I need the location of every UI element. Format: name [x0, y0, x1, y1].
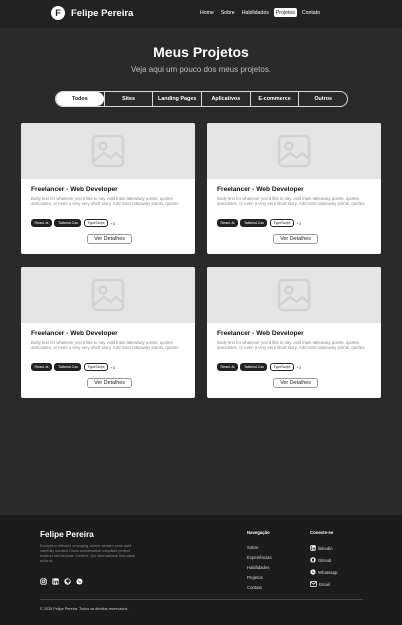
filter-tab-outros[interactable]: Outros	[298, 92, 347, 106]
tag: Tailwind.Css	[54, 363, 82, 371]
footer-link-sobre[interactable]: Sobre	[247, 542, 272, 552]
filter-tab-landing-pages[interactable]: Landing Pages	[152, 92, 201, 106]
footer-social-icons	[40, 578, 83, 585]
tag: TypeScript	[83, 219, 108, 227]
tag: Tailwind.Css	[54, 219, 82, 227]
footer-link-label: GitHub	[318, 557, 332, 563]
brand-name: Felipe Pereira	[71, 7, 134, 19]
project-card: Freelancer - Web Developer Body text for…	[21, 123, 195, 254]
project-tags: React.Js Tailwind.Css TypeScript +3	[31, 219, 115, 227]
nav-link-sobre[interactable]: Sobre	[219, 8, 237, 17]
footer-brand: Felipe Pereira	[40, 530, 94, 539]
footer-link-whatsapp[interactable]: Whatsapp	[310, 566, 337, 578]
footer-connect-title: Conecte-se	[310, 530, 334, 535]
logo-icon: F	[51, 6, 65, 20]
filter-tab-e-commerce[interactable]: E-commerce	[249, 92, 299, 106]
mail-icon	[310, 581, 317, 587]
image-placeholder-icon	[91, 278, 125, 312]
project-title: Freelancer - Web Developer	[31, 186, 118, 193]
footer-divider	[40, 599, 363, 600]
footer-link-label: Email	[319, 581, 330, 587]
project-card: Freelancer - Web Developer Body text for…	[207, 267, 381, 398]
image-placeholder-icon	[277, 278, 311, 312]
filter-tab-sites[interactable]: Sites	[103, 92, 153, 106]
footer-connect-list: linkedin GitHub Whatsapp Email	[310, 542, 337, 590]
project-image	[207, 267, 381, 323]
footer-link-email[interactable]: Email	[310, 578, 337, 590]
linkedin-icon	[310, 545, 316, 551]
footer-description: Excepteur efficient emerging, minim veni…	[40, 544, 135, 563]
details-button[interactable]: Ver Detalhes	[87, 378, 132, 388]
footer-link-linkedin[interactable]: linkedin	[310, 542, 337, 554]
nav-link-contato[interactable]: Contato	[300, 8, 322, 17]
project-description: Body text for whatever you'd like to say…	[217, 196, 366, 207]
filter-tab-todos[interactable]: Todos	[56, 92, 104, 106]
whatsapp-icon	[310, 569, 316, 575]
footer-link-label: Whatsapp	[318, 569, 338, 575]
nav-link-home[interactable]: Home	[198, 8, 216, 17]
project-title: Freelancer - Web Developer	[217, 330, 304, 337]
linkedin-icon[interactable]	[52, 578, 59, 585]
project-tags: React.Js Tailwind.Css TypeScript +3	[217, 363, 301, 371]
tag: React.Js	[217, 363, 238, 371]
nav-link-habilidades[interactable]: Habilidades	[240, 8, 271, 17]
project-card: Freelancer - Web Developer Body text for…	[207, 123, 381, 254]
brand[interactable]: F Felipe Pereira	[51, 6, 133, 20]
project-title: Freelancer - Web Developer	[217, 186, 304, 193]
image-placeholder-icon	[277, 134, 311, 168]
navbar: F Felipe Pereira Home Sobre Habilidades …	[0, 0, 402, 28]
whatsapp-icon[interactable]	[76, 578, 83, 585]
tag-more-count: +3	[296, 364, 302, 370]
project-card: Freelancer - Web Developer Body text for…	[21, 267, 195, 398]
footer-nav-title: Navegação	[247, 530, 270, 535]
tag: TypeScript	[269, 219, 294, 227]
tag: TypeScript	[269, 363, 294, 371]
project-tags: React.Js Tailwind.Css TypeScript +3	[31, 363, 115, 371]
details-button[interactable]: Ver Detalhes	[273, 378, 318, 388]
footer-link-projetos[interactable]: Projetos	[247, 572, 272, 582]
project-image	[207, 123, 381, 179]
nav-link-projetos[interactable]: Projetos	[273, 8, 297, 17]
github-icon[interactable]	[64, 578, 71, 585]
project-description: Body text for whatever you'd like to say…	[31, 340, 180, 351]
tag: Tailwind.Css	[240, 219, 268, 227]
footer-link-github[interactable]: GitHub	[310, 554, 337, 566]
copyright: © 2025 Felipe Pereira. Todos os direitos…	[40, 607, 129, 611]
page-subtitle: Veja aqui um pouco dos meus projetos.	[130, 65, 272, 74]
github-icon	[310, 557, 316, 563]
tag: React.Js	[217, 219, 238, 227]
tag: TypeScript	[83, 363, 108, 371]
project-description: Body text for whatever you'd like to say…	[31, 196, 180, 207]
tag-more-count: +3	[110, 220, 116, 226]
image-placeholder-icon	[91, 134, 125, 168]
nav-links: Home Sobre Habilidades Projetos Contato	[198, 8, 322, 17]
footer: Felipe Pereira Excepteur efficient emerg…	[0, 515, 402, 625]
footer-link-habilidades[interactable]: Habilidades	[247, 562, 272, 572]
footer-link-label: linkedin	[318, 545, 333, 551]
filter-tab-aplicativos[interactable]: Aplicativos	[201, 92, 250, 106]
tag: React.Js	[31, 219, 52, 227]
tag-more-count: +3	[110, 364, 116, 370]
page-title: Meus Projetos	[153, 44, 249, 60]
tag: Tailwind.Css	[240, 363, 268, 371]
footer-nav-list: Sobre Experiências Habilidades Projetos …	[247, 542, 272, 592]
project-image	[21, 123, 195, 179]
project-title: Freelancer - Web Developer	[31, 330, 118, 337]
details-button[interactable]: Ver Detalhes	[87, 234, 132, 244]
instagram-icon[interactable]	[40, 578, 47, 585]
tag-more-count: +3	[296, 220, 302, 226]
project-tags: React.Js Tailwind.Css TypeScript +3	[217, 219, 301, 227]
footer-link-contato[interactable]: Contato	[247, 582, 272, 592]
project-description: Body text for whatever you'd like to say…	[217, 340, 366, 351]
footer-link-experiencias[interactable]: Experiências	[247, 552, 272, 562]
filter-tabs: Todos Sites Landing Pages Aplicativos E-…	[55, 91, 348, 107]
project-image	[21, 267, 195, 323]
details-button[interactable]: Ver Detalhes	[273, 234, 318, 244]
tag: React.Js	[31, 363, 52, 371]
